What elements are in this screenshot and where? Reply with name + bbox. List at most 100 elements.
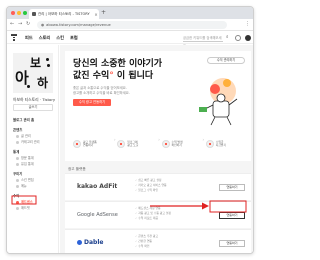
- connect-adsense-button[interactable]: 연동하기: [219, 212, 245, 219]
- revenue-steps: 광고 플랫폼 연동하기 › 블로그에 광고 노출 › 수익 발생 확인하기 › 수익금…: [73, 137, 245, 151]
- promo-description-2: 광고를 소개하고 수익을 바로 확인하세요.: [73, 91, 130, 95]
- step-icon: [161, 140, 170, 148]
- sidebar-group-design[interactable]: 꾸미기: [13, 171, 22, 176]
- avatar-letter-1: 아: [15, 69, 29, 87]
- ad-platform-features: 애드센스 계정 연동 자동 광고 및 수동 광고 설정 수익 리포트 제공: [135, 206, 171, 221]
- connect-ads-button[interactable]: 수익 광고 연동하기: [73, 99, 111, 106]
- search-input[interactable]: 궁금한 키워드를 검색해보세요: [183, 34, 223, 48]
- url-bar[interactable]: ● abowa.tistory.com/manage/revenue: [37, 21, 227, 29]
- forward-icon[interactable]: →: [18, 21, 22, 28]
- sidebar-item-label: 메뉴: [21, 184, 27, 188]
- step-text: 블로그에 광고 노출: [127, 140, 139, 148]
- tistory-logo-icon[interactable]: [11, 34, 17, 41]
- global-nav: 피드 스토리 스킨 포럼: [25, 35, 78, 41]
- feature-item: 블로그 수익 확인: [135, 188, 167, 193]
- blog-avatar[interactable]: 아 보 하: [13, 53, 53, 93]
- list-bullet: [16, 156, 19, 160]
- nav-skin[interactable]: 스킨: [56, 35, 64, 41]
- nav-story[interactable]: 스토리: [39, 35, 51, 41]
- back-icon[interactable]: ←: [10, 21, 14, 28]
- sidebar-item-label: 애드핏: [21, 206, 30, 210]
- reload-icon[interactable]: ↻: [26, 21, 30, 28]
- sidebar: 아 보 하 아보하 티스토리 · Tistory 글쓰기 블로그 관리 홈 콘텐…: [7, 45, 59, 253]
- avatar-dot: [46, 58, 49, 61]
- sidebar-item-visits[interactable]: 방문 통계: [16, 155, 34, 160]
- close-window-dot[interactable]: [11, 11, 15, 15]
- profile-avatar-icon[interactable]: [245, 35, 251, 41]
- sidebar-item-categories[interactable]: 카테고리 관리: [16, 139, 40, 144]
- promo-headline-line1: 당신의 소중한 이야기가: [73, 59, 163, 69]
- list-bullet: [16, 184, 19, 188]
- step-item: 블로그에 광고 노출: [117, 137, 156, 151]
- step-icon: [73, 140, 81, 148]
- sidebar-group-home[interactable]: 블로그 관리 홈: [13, 117, 34, 122]
- sidebar-item-label: 글 관리: [21, 134, 31, 138]
- blog-name[interactable]: 아보하 티스토리 · Tistory: [13, 97, 55, 103]
- sidebar-item-label: 방문 통계: [21, 156, 34, 160]
- step-item: 수익금 지급받기: [205, 137, 245, 151]
- sidebar-item-skin[interactable]: 스킨 편집: [16, 177, 34, 182]
- sidebar-group-content[interactable]: 콘텐츠: [13, 127, 22, 132]
- ad-platform-google-adsense: Google AdSense 애드센스 계정 연동 자동 광고 및 수동 광고 …: [65, 201, 251, 228]
- ad-platform-dable: Dable 콘텐츠 추천 광고 간편한 연동 수익 확인 연동하기: [65, 229, 251, 253]
- sidebar-item-adsense[interactable]: 애드센스: [16, 199, 33, 204]
- dable-mark-icon: [77, 240, 82, 245]
- list-bullet: [16, 178, 19, 182]
- google-adsense-logo: Google AdSense: [77, 212, 118, 218]
- ad-platform-kakao-adfit: kakao AdFit 쉽고 빠른 광고 설정 카카오 광고 서비스 연동 블로…: [65, 173, 251, 200]
- sidebar-item-label: 카테고리 관리: [21, 140, 40, 144]
- avatar-dot: [47, 64, 50, 67]
- sidebar-group-stats[interactable]: 통계: [13, 149, 19, 154]
- step-text: 수익금 지급받기: [215, 140, 227, 148]
- sidebar-item-menu[interactable]: 메뉴: [16, 183, 27, 188]
- sidebar-item-posts[interactable]: 글 관리: [16, 133, 31, 138]
- sidebar-group-revenue[interactable]: 수익: [13, 193, 19, 198]
- browser-tab[interactable]: 관리 | 아보하 티스토리 - TISTORY ×: [29, 9, 99, 19]
- connect-adfit-button[interactable]: 연동하기: [219, 184, 245, 191]
- feature-item: 수익 리포트 제공: [135, 216, 171, 221]
- sidebar-item-label: 애드센스: [21, 200, 33, 204]
- avatar-letter-3: 하: [37, 76, 49, 90]
- avatar-dot: [27, 85, 30, 88]
- maximize-window-dot[interactable]: [23, 11, 27, 15]
- tab-close-icon[interactable]: ×: [93, 12, 99, 17]
- step-item: 수익 발생 확인하기: [161, 137, 201, 151]
- minimize-window-dot[interactable]: [17, 11, 21, 15]
- sidebar-item-referrals[interactable]: 유입 통계: [16, 161, 34, 166]
- list-bullet: [16, 206, 19, 210]
- headline-accent-mark: °: [109, 71, 114, 81]
- browser-menu-icon[interactable]: ⋮: [245, 21, 250, 28]
- dable-name: Dable: [84, 239, 104, 246]
- lock-icon: ●: [41, 23, 45, 27]
- tab-title: 관리 | 아보하 티스토리 - TISTORY: [38, 11, 90, 16]
- notification-icon[interactable]: [235, 35, 241, 41]
- sidebar-item-adfit[interactable]: 애드핏: [16, 205, 30, 210]
- nav-forum[interactable]: 포럼: [70, 35, 78, 41]
- headline-text: 값진 수익: [73, 71, 110, 81]
- url-text: abowa.tistory.com/manage/revenue: [46, 23, 111, 27]
- avatar-letter-2: 보: [30, 56, 42, 70]
- search-icon[interactable]: ⌕: [226, 34, 229, 42]
- step-text-line: 광고 노출: [127, 143, 139, 147]
- manage-revenue-button[interactable]: 수익 관리하기: [207, 57, 245, 64]
- dable-logo: Dable: [77, 239, 103, 247]
- feature-item: 수익 확인: [135, 244, 158, 249]
- step-text-line: 지급받기: [215, 143, 227, 147]
- revenue-promo-banner: 당신의 소중한 이야기가 값진 수익° 이 됩니다 좋은 글과 소통으로 수익을…: [65, 51, 251, 161]
- ad-platform-features: 콘텐츠 추천 광고 간편한 연동 수익 확인: [135, 234, 158, 249]
- promo-headline-line2: 값진 수익° 이 됩니다: [73, 71, 153, 82]
- nav-feed[interactable]: 피드: [25, 35, 33, 41]
- list-bullet: [16, 162, 19, 166]
- browser-window: 관리 | 아보하 티스토리 - TISTORY × + ← → ↻ ● abowa…: [6, 6, 254, 254]
- step-text: 수익 발생 확인하기: [172, 140, 183, 148]
- sidebar-item-label: 유입 통계: [21, 162, 34, 166]
- step-text-line: 연동하기: [83, 143, 94, 147]
- list-bullet: [16, 134, 19, 138]
- connect-dable-button[interactable]: 연동하기: [219, 240, 245, 247]
- new-tab-button[interactable]: +: [101, 9, 106, 17]
- step-icon: [205, 140, 214, 148]
- main-content: 당신의 소중한 이야기가 값진 수익° 이 됩니다 좋은 글과 소통으로 수익을…: [60, 45, 253, 253]
- step-item: 광고 플랫폼 연동하기: [73, 137, 112, 151]
- tistory-header: 피드 스토리 스킨 포럼 궁금한 키워드를 검색해보세요 ⌕: [7, 32, 253, 48]
- write-button[interactable]: 글쓰기: [13, 104, 53, 111]
